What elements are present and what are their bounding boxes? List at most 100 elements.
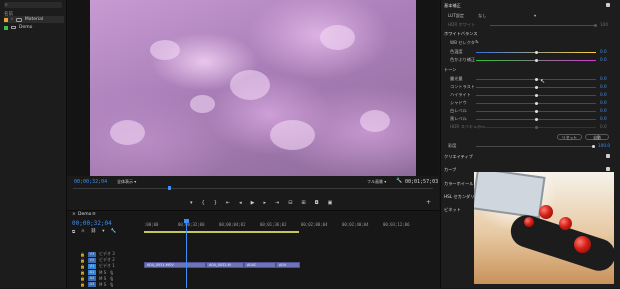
step-back-icon[interactable]: ◂ bbox=[239, 200, 242, 206]
section-color-wheels[interactable]: カラーホイール bbox=[444, 181, 473, 187]
lock-icon[interactable]: 🔒 bbox=[80, 264, 85, 269]
timeline-clip[interactable]: A04 bbox=[276, 262, 300, 268]
track-target[interactable]: A1 bbox=[87, 269, 96, 275]
go-to-out-icon[interactable]: ⇥ bbox=[275, 200, 279, 206]
highlights-slider[interactable] bbox=[476, 94, 596, 97]
chevron-down-icon: ▾ bbox=[384, 179, 387, 184]
work-area-bar[interactable] bbox=[144, 231, 299, 233]
hdr-white-slider[interactable] bbox=[490, 24, 597, 27]
section-white-balance[interactable]: ホワイトバランス bbox=[444, 31, 477, 37]
temperature-value[interactable]: 0.0 bbox=[600, 49, 607, 54]
timeline-clip[interactable]: A04_0031.MOV bbox=[144, 262, 206, 268]
extract-icon[interactable]: ⊞ bbox=[301, 200, 305, 206]
lock-icon[interactable]: 🔒 bbox=[80, 258, 85, 263]
contrast-slider[interactable] bbox=[476, 86, 596, 89]
lock-icon[interactable]: 🔒 bbox=[80, 276, 85, 281]
ruler-label: :00;00 bbox=[144, 222, 159, 227]
playhead-handle[interactable] bbox=[184, 219, 189, 223]
microphone-icon[interactable]: 🎙 bbox=[109, 276, 114, 281]
microphone-icon[interactable]: 🎙 bbox=[109, 282, 114, 287]
saturation-value[interactable]: 100.0 bbox=[598, 143, 610, 148]
saturation-slider[interactable] bbox=[476, 145, 595, 148]
mouse-cursor-icon: ↖ bbox=[540, 78, 546, 85]
resolution-dropdown[interactable]: フル画質 ▾ bbox=[367, 179, 386, 185]
track-header-a3[interactable]: 🔒 A3 M S 🎙 bbox=[80, 281, 150, 287]
section-hsl-secondary[interactable]: HSL セカンダリ bbox=[444, 194, 474, 200]
project-item-demo[interactable]: Demo bbox=[4, 24, 64, 31]
mark-in-icon[interactable]: { bbox=[202, 200, 205, 206]
eyedropper-icon[interactable]: ✎ bbox=[475, 39, 479, 44]
folder-icon bbox=[15, 17, 22, 22]
track-ms[interactable]: M S bbox=[99, 270, 106, 275]
search-icon: ⌕ bbox=[5, 2, 8, 8]
basic-correction-checkbox[interactable] bbox=[606, 3, 610, 7]
section-basic-correction[interactable]: 基本補正 bbox=[444, 3, 461, 9]
track-target[interactable]: A3 bbox=[87, 281, 96, 287]
lock-icon[interactable]: 🔒 bbox=[80, 252, 85, 257]
close-icon[interactable]: × bbox=[72, 212, 76, 217]
hdr-specular-value[interactable]: 0.0 bbox=[600, 124, 607, 129]
viewer-playhead-marker[interactable] bbox=[168, 186, 171, 190]
exposure-value[interactable]: 0.0 bbox=[600, 76, 607, 81]
duration-timecode: 00;01;57;03 bbox=[405, 179, 439, 185]
menu-icon[interactable]: ≡ bbox=[92, 212, 96, 217]
project-search-input[interactable]: ⌕ bbox=[4, 2, 62, 8]
compare-view-icon[interactable]: ▣ bbox=[328, 200, 333, 206]
section-tone[interactable]: トーン bbox=[444, 67, 456, 73]
zoom-fit-dropdown[interactable]: 全体表示 ▾ bbox=[117, 179, 136, 185]
tint-value[interactable]: 0.0 bbox=[600, 57, 607, 62]
track-target[interactable]: V2 bbox=[87, 257, 96, 263]
chevron-down-icon[interactable]: ▾ bbox=[534, 13, 536, 18]
step-forward-icon[interactable]: ▸ bbox=[263, 200, 266, 206]
contrast-value[interactable]: 0.0 bbox=[600, 84, 607, 89]
zoom-fit-label: 全体表示 bbox=[117, 179, 133, 184]
export-frame-icon[interactable]: ◘ bbox=[315, 200, 319, 206]
project-item-label: Demo bbox=[19, 25, 33, 30]
microphone-icon[interactable]: 🎙 bbox=[109, 270, 114, 275]
lut-dropdown[interactable]: なし bbox=[478, 13, 486, 19]
tint-slider[interactable] bbox=[476, 59, 596, 62]
blacks-value[interactable]: 0.0 bbox=[600, 116, 607, 121]
track-target[interactable]: A2 bbox=[87, 275, 96, 281]
whites-slider[interactable] bbox=[476, 110, 596, 113]
reset-button[interactable]: リセット bbox=[557, 134, 582, 140]
lock-icon[interactable]: 🔒 bbox=[80, 270, 85, 275]
timeline-tab-demo[interactable]: Demo bbox=[78, 212, 91, 217]
contrast-label: コントラスト bbox=[450, 84, 476, 89]
hdr-white-value[interactable]: 100 bbox=[600, 22, 608, 27]
auto-button[interactable]: 自動 bbox=[585, 134, 609, 140]
mark-out-icon[interactable]: } bbox=[214, 200, 217, 206]
wrench-icon[interactable]: 🔧 bbox=[396, 178, 402, 184]
track-ms[interactable]: M S bbox=[99, 276, 106, 281]
go-to-in-icon[interactable]: ⇤ bbox=[226, 200, 230, 206]
lift-icon[interactable]: ⊟ bbox=[288, 200, 292, 206]
track-ms[interactable]: M S bbox=[99, 282, 106, 287]
lock-icon[interactable]: 🔒 bbox=[80, 282, 85, 287]
timeline-clip[interactable]: A04_0032.M bbox=[206, 262, 244, 268]
add-marker-icon[interactable]: ▾ bbox=[190, 200, 193, 206]
play-icon[interactable]: ▶ bbox=[251, 200, 255, 206]
project-item-material[interactable]: › Material bbox=[4, 16, 64, 23]
curves-checkbox[interactable] bbox=[606, 167, 610, 171]
creative-checkbox[interactable] bbox=[606, 154, 610, 158]
track-target[interactable]: V3 bbox=[87, 251, 96, 257]
shadows-slider[interactable] bbox=[476, 102, 596, 105]
temperature-slider[interactable] bbox=[476, 51, 596, 54]
hdr-specular-slider[interactable] bbox=[476, 126, 596, 129]
highlights-value[interactable]: 0.0 bbox=[600, 92, 607, 97]
nest-icon[interactable]: ⧉ bbox=[72, 229, 75, 235]
shadows-value[interactable]: 0.0 bbox=[600, 100, 607, 105]
add-button-icon[interactable]: + bbox=[426, 199, 431, 206]
section-creative[interactable]: クリエイティブ bbox=[444, 154, 473, 160]
section-vignette[interactable]: ビネット bbox=[444, 207, 461, 213]
exposure-slider[interactable] bbox=[476, 78, 596, 81]
track-target[interactable]: V1 bbox=[87, 263, 96, 269]
viewer-scrubber[interactable] bbox=[73, 188, 433, 189]
timeline-ruler[interactable]: :00;00 00;00;32;00 00;00;04;02 00;01;36;… bbox=[80, 222, 420, 231]
timeline-playhead[interactable] bbox=[186, 222, 187, 288]
whites-value[interactable]: 0.0 bbox=[600, 108, 607, 113]
section-curves[interactable]: カーブ bbox=[444, 167, 456, 173]
blacks-slider[interactable] bbox=[476, 118, 596, 121]
timeline-clip[interactable]: A04C bbox=[244, 262, 276, 268]
playhead-timecode[interactable]: 00;00;32;04 bbox=[74, 179, 107, 185]
